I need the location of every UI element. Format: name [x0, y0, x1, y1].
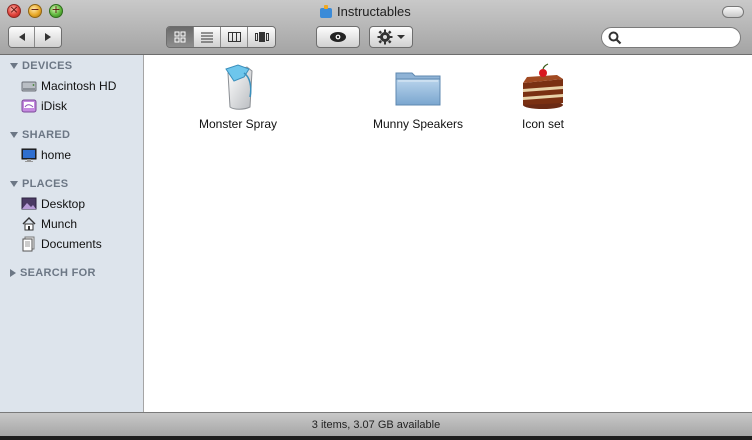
- file-label: Munny Speakers: [372, 117, 464, 131]
- sidebar-item-label: Documents: [41, 237, 102, 251]
- file-item-monster-spray[interactable]: Monster Spray: [183, 63, 293, 131]
- sidebar-header-shared: SHARED: [22, 129, 71, 141]
- window-bottom-edge: [0, 436, 752, 440]
- sidebar-item-label: Munch: [41, 217, 78, 231]
- list-view-button[interactable]: [194, 27, 221, 47]
- window-title-text: Instructables: [337, 3, 411, 19]
- close-button[interactable]: ×: [7, 3, 21, 18]
- disclosure-down-icon: [10, 181, 18, 187]
- sidebar-item-label: iDisk: [41, 99, 67, 113]
- coverflow-view-button[interactable]: [248, 27, 275, 47]
- disclosure-down-icon: [10, 63, 18, 69]
- disclosure-down-icon: [10, 132, 18, 138]
- minimize-button[interactable]: −: [28, 3, 42, 18]
- forward-arrow-icon: [45, 33, 51, 41]
- sidebar-section-devices[interactable]: DEVICES: [10, 60, 72, 72]
- window-title: Instructables: [320, 2, 411, 20]
- sidebar-header-search-for: SEARCH FOR: [20, 267, 96, 279]
- toolbar-toggle-button[interactable]: [722, 6, 744, 18]
- coverflow-icon: [254, 32, 269, 42]
- sidebar-item-label: Macintosh HD: [41, 79, 117, 93]
- chevron-down-icon: [397, 35, 405, 39]
- cake-icon: [523, 63, 563, 109]
- zoom-icon: +: [51, 3, 61, 16]
- quicklook-button[interactable]: [316, 26, 360, 48]
- sidebar: DEVICES Macintosh HD iDisk SHARED home P…: [0, 55, 144, 412]
- finder-window: × − + Instructables DEVICES Macintosh HD…: [0, 0, 752, 440]
- sidebar-item-documents[interactable]: Documents: [21, 235, 102, 253]
- sidebar-header-places: PLACES: [22, 178, 69, 190]
- close-icon: ×: [9, 3, 19, 16]
- status-bar: 3 items, 3.07 GB available: [0, 412, 752, 436]
- file-browser: Monster Spray Munny Speakers Icon set: [144, 55, 752, 412]
- gear-icon: [377, 29, 393, 45]
- eye-icon: [330, 32, 346, 42]
- home-icon: [22, 217, 36, 231]
- sidebar-section-places[interactable]: PLACES: [10, 178, 68, 190]
- file-item-icon-set[interactable]: Icon set: [488, 63, 598, 131]
- sidebar-item-label: home: [41, 148, 72, 162]
- file-label: Icon set: [521, 117, 565, 131]
- status-text: 3 items, 3.07 GB available: [311, 418, 441, 431]
- sidebar-item-munch[interactable]: Munch: [21, 215, 77, 233]
- search-input[interactable]: [624, 30, 738, 47]
- grid-icon: [174, 31, 186, 43]
- icon-view-button[interactable]: [167, 27, 194, 47]
- sidebar-item-macintosh-hd[interactable]: Macintosh HD: [21, 77, 116, 95]
- column-view-button[interactable]: [221, 27, 248, 47]
- minimize-icon: −: [30, 3, 40, 16]
- desktop-icon: [21, 197, 37, 210]
- action-menu-button[interactable]: [369, 26, 413, 48]
- sidebar-item-idisk[interactable]: iDisk: [21, 97, 67, 115]
- file-label: Monster Spray: [198, 117, 278, 131]
- file-item-munny-speakers[interactable]: Munny Speakers: [363, 63, 473, 131]
- package-icon: [320, 4, 332, 18]
- folder-icon: [395, 72, 441, 106]
- documents-icon: [22, 236, 35, 252]
- zoom-button[interactable]: +: [49, 3, 63, 18]
- titlebar: × − + Instructables: [0, 0, 752, 55]
- sidebar-item-home-shared[interactable]: home: [21, 146, 71, 164]
- search-field[interactable]: [601, 27, 741, 48]
- back-button[interactable]: [9, 27, 35, 47]
- sidebar-item-desktop[interactable]: Desktop: [21, 195, 85, 213]
- idisk-icon: [21, 99, 37, 113]
- columns-icon: [227, 32, 241, 42]
- sidebar-section-search-for[interactable]: SEARCH FOR: [10, 267, 96, 279]
- sidebar-section-shared[interactable]: SHARED: [10, 129, 70, 141]
- sidebar-header-devices: DEVICES: [22, 60, 73, 72]
- back-arrow-icon: [18, 33, 25, 41]
- search-icon: [608, 31, 622, 45]
- disclosure-right-icon: [10, 269, 16, 277]
- hard-drive-icon: [21, 81, 37, 92]
- forward-button[interactable]: [35, 27, 61, 47]
- list-icon: [201, 32, 213, 43]
- sidebar-item-label: Desktop: [41, 197, 86, 211]
- back-forward-control: [8, 26, 62, 48]
- view-mode-control: [166, 26, 276, 48]
- computer-icon: [21, 148, 37, 162]
- monster-spray-icon: [225, 64, 253, 110]
